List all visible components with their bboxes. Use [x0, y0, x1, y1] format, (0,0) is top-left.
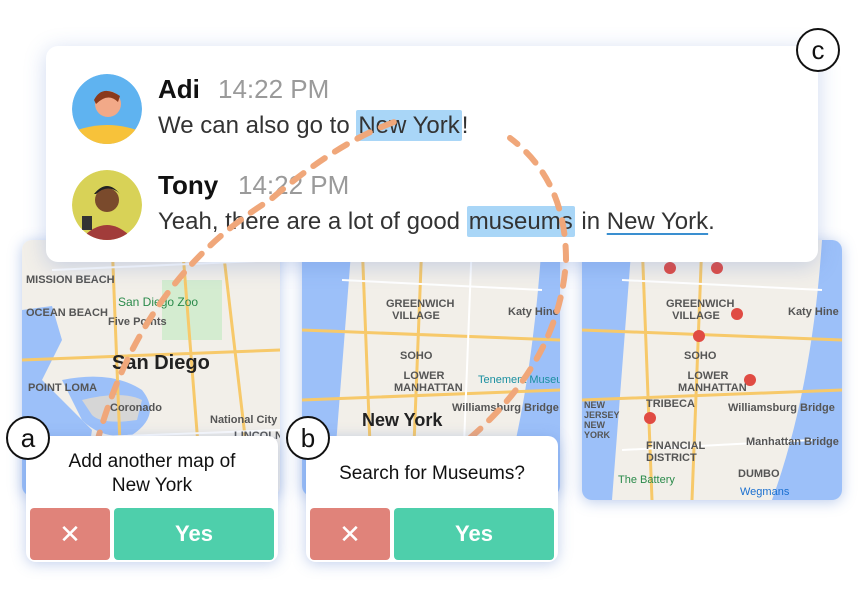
map1-label: Coronado: [110, 402, 162, 414]
badge-a: a: [6, 416, 50, 460]
message-text-part: .: [708, 208, 715, 235]
map1-poi-label: San Diego Zoo: [118, 295, 199, 309]
map3-label: Williamsburg Bridge: [728, 402, 835, 414]
map1-label: POINT LOMA: [28, 382, 98, 394]
avatar-tony: [72, 170, 142, 240]
highlight-new-york[interactable]: New York: [356, 110, 462, 141]
message-text-part: !: [461, 112, 469, 139]
accept-button[interactable]: Yes: [394, 508, 554, 560]
map1-label: MISSION BEACH: [26, 274, 115, 286]
message-text-part: We can also go to: [158, 112, 357, 139]
map3-label: Katy Hine Co: [788, 306, 842, 318]
map3-poi-label: The Battery: [618, 474, 675, 486]
map3-label: DUMBO: [738, 468, 780, 480]
map2-label: GREENWICH VILLAGE: [386, 298, 455, 322]
message-text-part: Yeah, there are a lot of good: [158, 208, 467, 235]
accept-button[interactable]: Yes: [114, 508, 274, 560]
message-text: Yeah, there are a lot of good museums in…: [158, 206, 715, 237]
map1-city-label: San Diego: [112, 352, 210, 374]
map2-city-label: New York: [362, 410, 443, 430]
map3-label: SOHO: [684, 350, 717, 362]
badge-b: b: [286, 416, 330, 460]
map2-label: SOHO: [400, 350, 433, 362]
map3-poi-label: Wegmans: [740, 486, 790, 498]
map3-label: NEW JERSEY NEW YORK: [584, 400, 620, 440]
badge-c: c: [796, 28, 840, 72]
suggestion-card-b: Search for Museums? ✕ Yes: [306, 436, 558, 562]
map3-label: TRIBECA: [646, 398, 695, 410]
map3-label: FINANCIAL DISTRICT: [646, 440, 706, 464]
reject-button[interactable]: ✕: [310, 508, 390, 560]
reject-button[interactable]: ✕: [30, 508, 110, 560]
message-author: Adi: [158, 74, 200, 104]
message-author: Tony: [158, 170, 219, 200]
message-text-part: in: [574, 208, 607, 235]
avatar-tony-icon: [72, 170, 142, 240]
avatar-adi: [72, 74, 142, 144]
avatar-adi-icon: [72, 74, 142, 144]
suggestion-question: Search for Museums?: [339, 463, 525, 484]
map1-label: National City: [210, 414, 278, 426]
map2-poi-label: Tenement Museum: [478, 374, 560, 386]
underline-new-york[interactable]: New York: [607, 208, 708, 235]
map3-label: Manhattan Bridge: [746, 436, 839, 448]
message-text: We can also go to New York!: [158, 110, 469, 141]
map2-label: LOWER MANHATTAN: [394, 370, 463, 394]
map2-label: Katy Hine Co: [508, 306, 560, 318]
chat-panel: Adi 14:22 PM We can also go to New York!…: [46, 46, 818, 262]
map2-label: Williamsburg Bridge: [452, 402, 559, 414]
map3-label: LOWER MANHATTAN: [678, 370, 747, 394]
suggestion-card-a: Add another map of New York ✕ Yes: [26, 436, 278, 562]
map1-label: Five Points: [108, 316, 167, 328]
suggestion-question: Add another map of New York: [68, 451, 236, 496]
map3-label: GREENWICH VILLAGE: [666, 298, 735, 322]
message-time: 14:22 PM: [218, 74, 330, 104]
highlight-museums[interactable]: museums: [466, 206, 575, 237]
map-new-york-museums[interactable]: GREENWICH VILLAGE SOHO LOWER MANHATTAN T…: [582, 240, 842, 500]
message-time: 14:22 PM: [238, 170, 350, 200]
map1-label: OCEAN BEACH: [26, 307, 108, 319]
